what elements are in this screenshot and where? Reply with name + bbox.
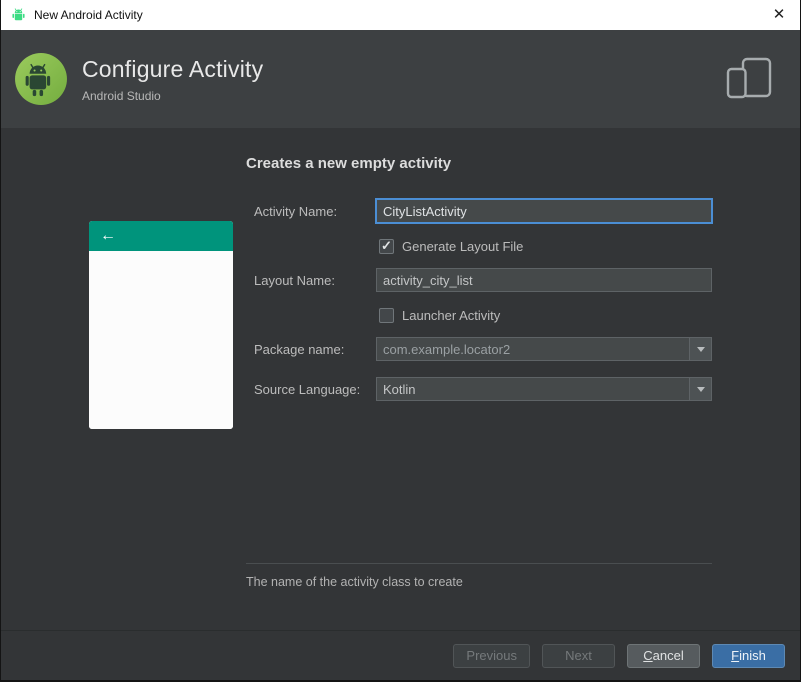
source-language-label: Source Language: <box>254 381 361 397</box>
cancel-button[interactable]: Cancel <box>627 643 700 668</box>
cancel-rest: ancel <box>652 648 684 663</box>
dialog-button-bar: Previous Next Cancel Finish <box>1 630 800 680</box>
launcher-activity-label: Launcher Activity <box>402 308 501 323</box>
next-button[interactable]: Next <box>542 643 615 668</box>
previous-button[interactable]: Previous <box>453 643 530 668</box>
android-robot-icon <box>10 7 27 24</box>
preview-appbar: ← <box>89 221 233 251</box>
activity-name-input[interactable] <box>376 199 712 223</box>
preview-body <box>89 251 233 429</box>
titlebar: New Android Activity ✕ <box>1 0 800 30</box>
activity-preview-panel: ← <box>1 172 246 589</box>
finish-mnemonic: F <box>731 648 740 663</box>
layout-name-label: Layout Name: <box>254 272 335 288</box>
form-separator <box>246 563 712 564</box>
generate-layout-label: Generate Layout File <box>402 239 524 254</box>
wizard-content: Creates a new empty activity ← Activity … <box>1 128 800 630</box>
back-arrow-icon: ← <box>100 227 116 244</box>
package-name-value: com.example.locator2 <box>383 341 511 357</box>
step-heading: Creates a new empty activity <box>246 155 452 172</box>
finish-button[interactable]: Finish <box>712 643 785 668</box>
package-name-label: Package name: <box>254 341 345 357</box>
package-name-dropdown-button[interactable] <box>689 338 711 360</box>
finish-rest: inish <box>739 648 766 663</box>
package-name-combobox[interactable]: com.example.locator2 <box>376 337 712 361</box>
activity-name-label: Activity Name: <box>254 203 338 219</box>
wizard-subtitle: Android Studio <box>82 88 161 103</box>
phone-tablet-icon <box>724 57 774 101</box>
close-button[interactable]: ✕ <box>758 0 800 30</box>
source-language-dropdown-button[interactable] <box>689 378 711 400</box>
android-studio-logo-icon <box>14 52 68 106</box>
chevron-down-icon <box>696 346 705 352</box>
chevron-down-icon <box>696 386 705 392</box>
header-text: Configure Activity Android Studio <box>82 56 263 103</box>
cancel-mnemonic: C <box>643 648 653 663</box>
activity-form: Activity Name: Generate Layout File Layo… <box>246 172 800 589</box>
wizard-title: Configure Activity <box>82 55 264 82</box>
activity-preview-thumbnail: ← <box>89 221 233 429</box>
launcher-activity-checkbox[interactable] <box>379 308 394 323</box>
layout-name-input[interactable] <box>376 268 712 292</box>
source-language-combobox[interactable]: Kotlin <box>376 377 712 401</box>
source-language-value: Kotlin <box>383 381 416 397</box>
generate-layout-checkbox[interactable] <box>379 238 394 254</box>
new-android-activity-dialog: New Android Activity ✕ Configure Activit… <box>0 0 801 682</box>
wizard-header: Configure Activity Android Studio <box>1 30 800 128</box>
field-helper-text: The name of the activity class to create <box>246 575 463 589</box>
window-title: New Android Activity <box>34 8 143 22</box>
